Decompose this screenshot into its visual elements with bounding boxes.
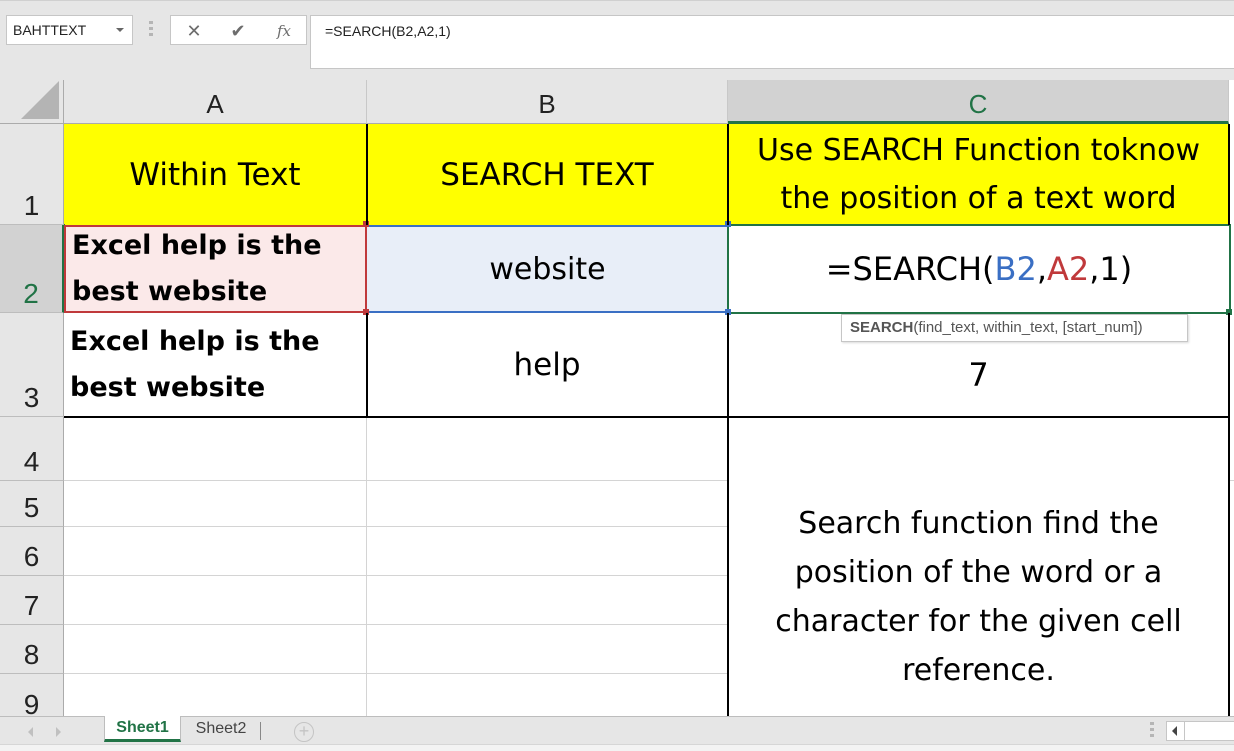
gridline bbox=[366, 417, 367, 716]
cell-b3[interactable]: help bbox=[367, 313, 727, 417]
formula-input[interactable]: =SEARCH(B2,A2,1) bbox=[310, 15, 1234, 69]
border bbox=[727, 313, 729, 716]
insert-function-icon[interactable]: fx bbox=[269, 19, 299, 43]
row-header-8[interactable]: 8 bbox=[0, 625, 64, 674]
row-header-1[interactable]: 1 bbox=[0, 124, 64, 225]
sheet-tab-bar: Sheet1 Sheet2 + bbox=[0, 716, 1234, 751]
formula-ref-b2: B2 bbox=[994, 250, 1037, 288]
row-header-4[interactable]: 4 bbox=[0, 417, 64, 481]
row-header-3[interactable]: 3 bbox=[0, 313, 64, 417]
chevron-down-icon[interactable] bbox=[116, 28, 124, 32]
sheet-tab-sheet2[interactable]: Sheet2 bbox=[184, 717, 258, 743]
formula-buttons: ✕ ✔ fx bbox=[170, 15, 307, 45]
row-header-9[interactable]: 9 bbox=[0, 674, 64, 716]
row-header-5[interactable]: 5 bbox=[0, 481, 64, 527]
border bbox=[366, 313, 368, 417]
scroll-tabs-left-icon[interactable] bbox=[28, 727, 33, 737]
cell-c1[interactable]: Use SEARCH Function toknow the position … bbox=[728, 124, 1229, 225]
scroll-left-button[interactable] bbox=[1167, 722, 1185, 740]
gridline bbox=[64, 673, 728, 674]
cell-c2-editing[interactable]: =SEARCH(B2, A2,1) bbox=[727, 224, 1231, 314]
gridline bbox=[1230, 480, 1234, 481]
border bbox=[1228, 313, 1230, 716]
formula-prefix: =SEARCH( bbox=[825, 250, 995, 288]
cancel-icon[interactable]: ✕ bbox=[179, 19, 209, 43]
formula-ref-a2: A2 bbox=[1046, 250, 1090, 288]
resize-grip-icon[interactable] bbox=[149, 21, 153, 39]
cell-a3[interactable]: Excel help is the best website bbox=[64, 313, 366, 417]
tab-separator bbox=[260, 722, 261, 740]
column-header-c[interactable]: C bbox=[728, 80, 1229, 124]
border bbox=[1228, 124, 1230, 225]
select-all-button[interactable] bbox=[0, 80, 64, 124]
cell-b2[interactable]: website bbox=[367, 225, 728, 313]
tab-split-grip-icon[interactable] bbox=[1150, 722, 1154, 738]
cell-c4-c9-merged[interactable]: Search function find the position of the… bbox=[728, 417, 1229, 716]
select-all-triangle-icon bbox=[21, 81, 59, 119]
tooltip-function-name[interactable]: SEARCH bbox=[850, 319, 913, 336]
add-sheet-icon[interactable]: + bbox=[294, 722, 314, 742]
arrow-left-icon bbox=[1172, 726, 1177, 736]
tooltip-args: (find_text, within_text, [start_num]) bbox=[913, 319, 1143, 336]
scroll-tabs-right-icon[interactable] bbox=[56, 727, 61, 737]
name-box-value: BAHTTEXT bbox=[13, 22, 87, 38]
row-header-7[interactable]: 7 bbox=[0, 576, 64, 625]
gridline bbox=[64, 526, 728, 527]
gridline bbox=[64, 624, 728, 625]
row-header-2[interactable]: 2 bbox=[0, 225, 64, 313]
cell-b1[interactable]: SEARCH TEXT bbox=[367, 124, 727, 225]
formula-sep: , bbox=[1036, 250, 1047, 288]
horizontal-scrollbar[interactable] bbox=[1166, 721, 1234, 741]
enter-check-icon[interactable]: ✔ bbox=[223, 19, 253, 43]
column-header-b[interactable]: B bbox=[367, 80, 728, 124]
border bbox=[727, 124, 729, 225]
name-box[interactable]: BAHTTEXT bbox=[6, 15, 133, 45]
cell-a2[interactable]: Excel help is the best website bbox=[64, 225, 367, 313]
function-tooltip[interactable]: SEARCH(find_text, within_text, [start_nu… bbox=[841, 314, 1188, 342]
border bbox=[64, 416, 1230, 418]
cell-a1[interactable]: Within Text bbox=[64, 124, 366, 225]
border bbox=[64, 224, 65, 225]
column-header-a[interactable]: A bbox=[64, 80, 367, 124]
formula-bar: BAHTTEXT ✕ ✔ fx =SEARCH(B2,A2,1) bbox=[0, 0, 1234, 80]
gridline bbox=[64, 575, 728, 576]
gridline bbox=[64, 480, 728, 481]
worksheet-grid: A B C 1 2 3 4 5 6 7 8 9 Within Text SEAR… bbox=[0, 80, 1234, 716]
row-header-6[interactable]: 6 bbox=[0, 527, 64, 576]
border bbox=[366, 124, 368, 225]
formula-suffix: ,1) bbox=[1089, 250, 1133, 288]
sheet-tab-sheet1[interactable]: Sheet1 bbox=[104, 716, 181, 742]
